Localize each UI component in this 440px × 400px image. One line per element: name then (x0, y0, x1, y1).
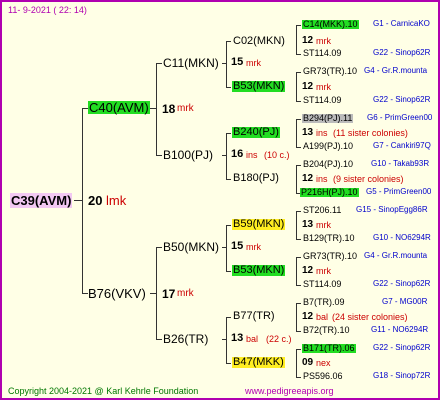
breeder-gen0: lmk (106, 193, 127, 208)
breeder-gen2-2: ins (246, 150, 258, 160)
queen-year-gen3-2: 12 (302, 81, 314, 92)
lineage-code-gen4-8: G5 - PrimGreen00 (366, 187, 432, 196)
queen-name-gen4-15[interactable]: B171(TR).06 (302, 344, 356, 353)
queen-name-gen3-7[interactable]: B77(TR) (233, 311, 275, 322)
queen-year-gen0: 20 (88, 193, 103, 208)
queen-name-gen4-3[interactable]: GR73(TR).10 (303, 67, 357, 76)
breeder-gen3-1: mrk (316, 36, 331, 46)
queen-name-gen1-2[interactable]: B76(VKV) (88, 287, 146, 300)
queen-name-gen4-12[interactable]: ST114.09 (303, 280, 341, 289)
lineage-code-gen4-2: G22 - Sinop62R (373, 48, 431, 57)
breeder-gen2-1: mrk (246, 58, 261, 68)
queen-name-gen4-11[interactable]: GR73(TR).10 (303, 252, 357, 261)
sister-note-gen3-4: (9 sister colonies) (333, 174, 404, 184)
breeder-gen3-7: bal (316, 312, 329, 322)
queen-name-gen3-4[interactable]: B180(PJ) (233, 173, 279, 184)
queen-year-gen3-1: 12 (302, 35, 314, 46)
lineage-code-gen4-13: G7 - MG00R (382, 297, 428, 306)
queen-name-gen4-14[interactable]: B72(TR).10 (303, 326, 350, 335)
queen-year-gen3-3: 13 (302, 127, 314, 138)
copyright-text: Copyright 2004-2021 @ Karl Kehrle Founda… (8, 386, 199, 396)
lineage-code-gen4-4: G22 - Sinop62R (373, 95, 431, 104)
breeder-gen1-1: mrk (177, 103, 194, 114)
lineage-code-gen4-12: G22 - Sinop62R (373, 279, 431, 288)
queen-year-gen2-4: 13 (231, 332, 244, 344)
queen-name-gen3-3[interactable]: B240(PJ) (232, 127, 280, 138)
sister-note-gen3-7: (24 sister colonies) (332, 312, 408, 322)
breeder-gen3-4: ins (316, 174, 328, 184)
queen-name-gen4-1[interactable]: C14(MKK).10 (302, 20, 359, 29)
queen-year-gen3-4: 12 (302, 173, 314, 184)
queen-name-gen1-1[interactable]: C40(AVM) (88, 101, 150, 114)
queen-name-gen4-16[interactable]: PS596.06 (303, 372, 343, 381)
queen-name-gen4-10[interactable]: B129(TR).10 (303, 234, 355, 243)
queen-year-gen2-3: 15 (231, 240, 244, 252)
queen-name-gen2-3[interactable]: B50(MKN) (163, 241, 219, 253)
queen-name-gen2-1[interactable]: C11(MKN) (163, 57, 219, 69)
queen-year-gen3-5: 13 (302, 219, 314, 230)
lineage-code-gen4-1: G1 - CarnicaKO (373, 19, 430, 28)
queen-year-gen3-8: 09 (302, 357, 314, 368)
pedigree-chart: 11- 9-2021 ( 22: 14) Copyright 2004-2021… (0, 0, 440, 400)
lineage-code-gen4-16: G18 - Sinop72R (373, 371, 431, 380)
breeder-gen2-4: bal (246, 334, 259, 344)
queen-name-gen2-4[interactable]: B26(TR) (163, 333, 208, 345)
queen-name-gen4-9[interactable]: ST206.11 (303, 206, 341, 215)
queen-year-gen1-2: 17 (162, 287, 176, 301)
breeder-gen3-3: ins (316, 128, 328, 138)
queen-name-gen4-7[interactable]: B204(PJ).10 (303, 160, 353, 169)
lineage-code-gen4-10: G10 - NO6294R (373, 233, 431, 242)
queen-year-gen2-1: 15 (231, 56, 244, 68)
lineage-code-gen4-9: G15 - SinopEgg86R (356, 205, 428, 214)
lineage-code-gen4-6: G7 - Cankiri97Q (373, 141, 431, 150)
queen-name-gen3-1[interactable]: C02(MKN) (233, 36, 285, 47)
queen-name-gen0[interactable]: C39(AVM) (10, 193, 73, 208)
queen-name-gen4-8[interactable]: P216H(PJ).10 (300, 188, 359, 197)
sister-note-gen3-3: (11 sister colonies) (333, 128, 408, 138)
lineage-code-gen4-3: G4 - Gr.R.mounta (364, 66, 428, 75)
queen-year-gen3-6: 12 (302, 265, 314, 276)
queen-year-gen3-7: 12 (302, 311, 314, 322)
breeder-gen2-3: mrk (246, 242, 261, 252)
queen-name-gen3-2[interactable]: B53(MKN) (232, 81, 286, 92)
queen-name-gen4-13[interactable]: B7(TR).09 (303, 298, 345, 307)
sister-note-gen2-2: (10 c.) (264, 150, 290, 160)
queen-name-gen4-4[interactable]: ST114.09 (303, 96, 341, 105)
queen-name-gen4-2[interactable]: ST114.09 (303, 49, 341, 58)
breeder-gen3-8: nex (316, 358, 331, 368)
date-stamp: 11- 9-2021 ( 22: 14) (8, 5, 87, 15)
breeder-gen1-2: mrk (177, 288, 194, 299)
queen-name-gen3-8[interactable]: B47(MKK) (232, 357, 285, 368)
breeder-gen3-2: mrk (316, 82, 331, 92)
queen-name-gen2-2[interactable]: B100(PJ) (163, 149, 213, 161)
queen-year-gen1-1: 18 (162, 102, 176, 116)
lineage-code-gen4-11: G4 - Gr.R.mounta (364, 251, 428, 260)
queen-name-gen4-5[interactable]: B294(PJ).11 (302, 114, 354, 123)
lineage-code-gen4-14: G11 - NO6294R (371, 325, 429, 334)
queen-year-gen2-2: 16 (231, 148, 244, 160)
queen-name-gen3-6[interactable]: B53(MKN) (232, 265, 286, 276)
breeder-gen3-6: mrk (316, 266, 331, 276)
sister-note-gen2-4: (22 c.) (266, 334, 292, 344)
site-link[interactable]: www.pedigreeapis.org (245, 387, 334, 396)
lineage-code-gen4-15: G22 - Sinop62R (373, 343, 431, 352)
lineage-code-gen4-7: G10 - Takab93R (371, 159, 430, 168)
queen-name-gen3-5[interactable]: B59(MKN) (232, 219, 286, 230)
queen-name-gen4-6[interactable]: A199(PJ).10 (303, 142, 353, 151)
lineage-code-gen4-5: G6 - PrimGreen00 (367, 113, 433, 122)
breeder-gen3-5: mrk (316, 220, 331, 230)
